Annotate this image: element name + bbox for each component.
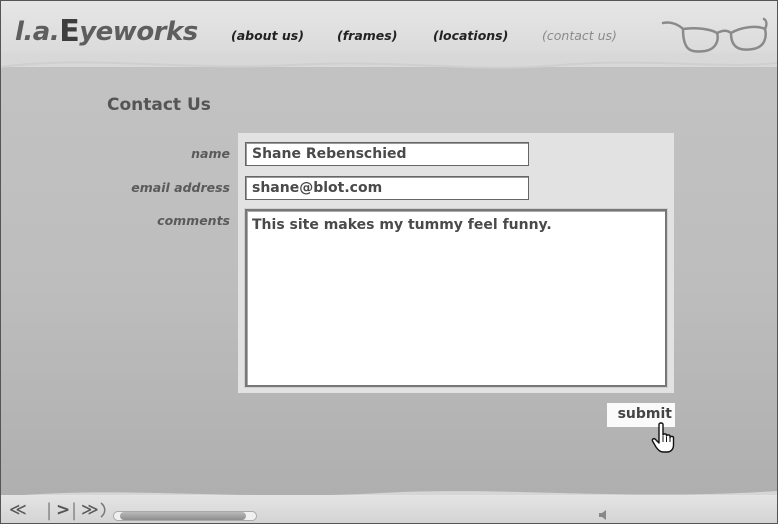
progress-bar[interactable] [113,511,257,521]
play-button[interactable]: > [56,501,70,519]
comments-label: comments [157,213,230,228]
comments-field[interactable]: This site makes my tummy feel funny. [245,209,667,387]
control-separator: | [46,500,53,521]
page-frame: l.a.Eyeworks (about us) (frames) (locati… [0,0,778,524]
email-field[interactable]: shane@blot.com [245,176,529,200]
name-field[interactable]: Shane Rebenschied [245,142,529,166]
hand-cursor-icon [651,422,675,453]
glasses-icon [661,17,768,53]
fast-forward-button[interactable]: ≫ [81,501,99,519]
nav-about-us[interactable]: (about us) [231,28,304,43]
control-separator: | [71,500,78,521]
forward-arc-icon [100,502,106,518]
rewind-button[interactable]: ≪ [9,501,27,519]
logo-prefix: l.a. [15,17,60,47]
name-label: name [191,146,230,161]
nav-frames[interactable]: (frames) [337,28,397,43]
email-label: email address [131,180,230,195]
nav-contact-us[interactable]: (contact us) [542,28,617,43]
speaker-icon[interactable] [598,509,610,521]
logo-big-letter: E [59,14,80,49]
progress-fill [120,512,246,520]
logo-suffix: yeworks [79,17,198,47]
nav-locations[interactable]: (locations) [433,28,508,43]
site-logo[interactable]: l.a.Eyeworks [15,13,198,49]
page-title: Contact Us [107,95,211,115]
header-wave-decoration [1,53,777,69]
